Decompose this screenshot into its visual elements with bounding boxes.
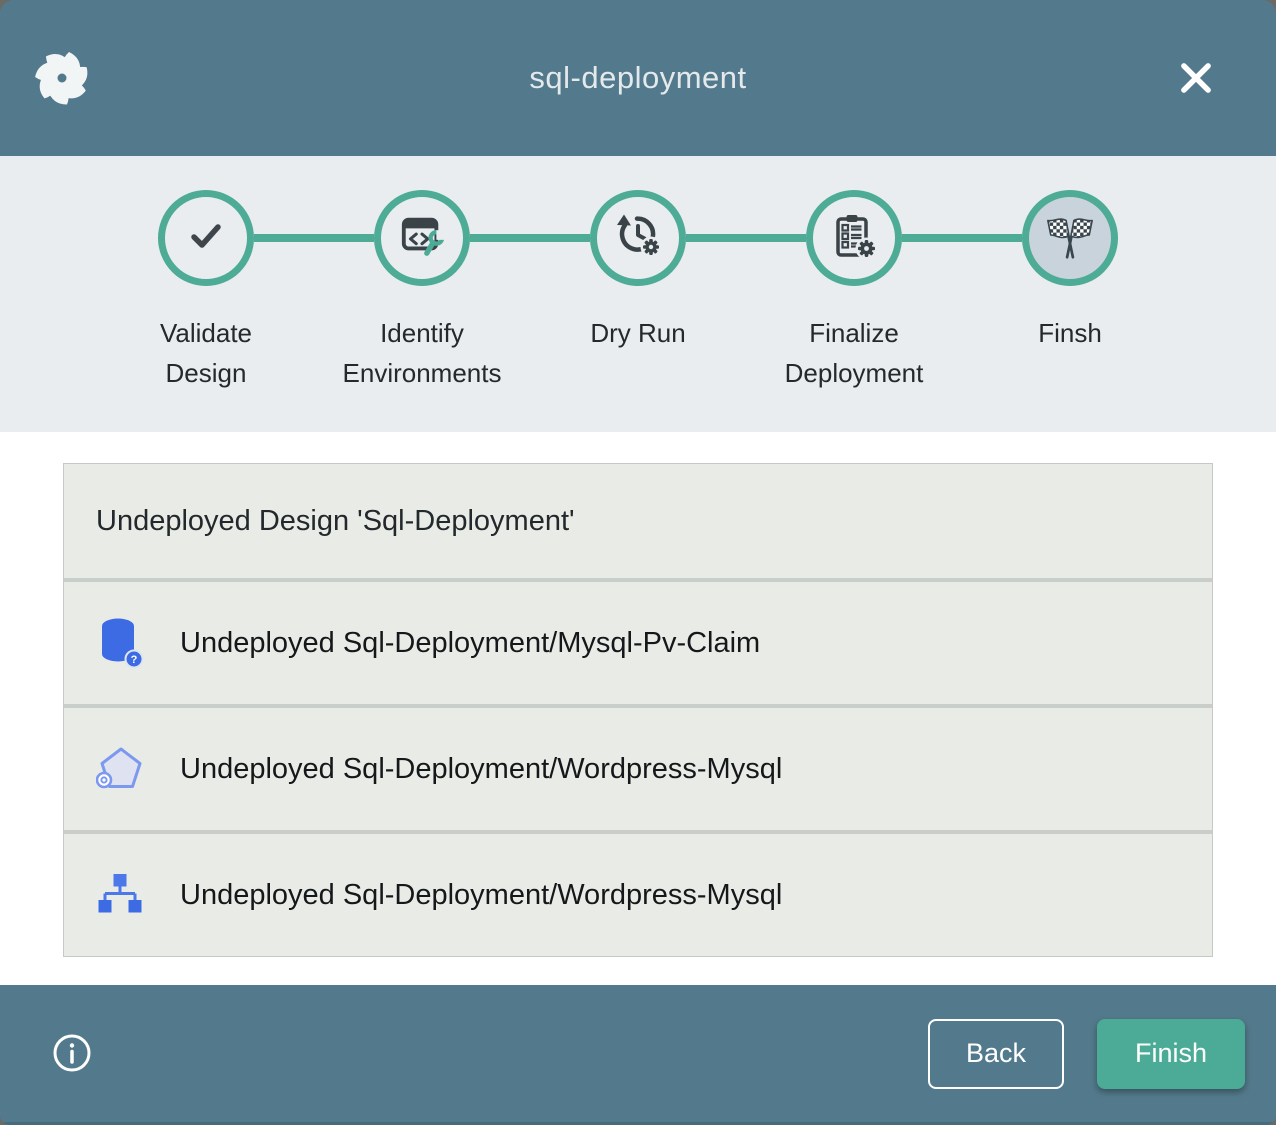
step-validate-design: Validate Design [98,190,314,393]
step-label: Identify Environments [333,313,511,393]
footer-actions: Back Finish [928,1019,1245,1089]
close-button[interactable] [1170,52,1222,104]
step-identify-environments: Identify Environments [314,190,530,393]
step-circle-identify-environments [374,190,470,286]
info-icon [50,1063,94,1078]
result-row-text: Undeployed Sql-Deployment/Wordpress-Mysq… [180,879,782,912]
dialog-title: sql-deployment [0,60,1276,96]
step-circle-finalize-deployment [806,190,902,286]
step-circle-finish [1022,190,1118,286]
step-circle-dry-run [590,190,686,286]
step-label: Validate Design [117,313,295,393]
tree-hierarchy-icon [96,869,144,921]
clipboard-gear-icon [830,212,878,265]
step-circle-validate-design [158,190,254,286]
result-row-text: Undeployed Sql-Deployment/Mysql-Pv-Claim [180,627,760,660]
step-dry-run: Dry Run [530,190,746,393]
deployment-stepper: Validate Design [0,156,1276,432]
deployment-results-panel: Undeployed Design 'Sql-Deployment' ? Und… [0,432,1276,985]
result-row-mysql-pv-claim: ? Undeployed Sql-Deployment/Mysql-Pv-Cla… [64,582,1212,704]
step-label: Finalize Deployment [765,313,943,393]
history-gear-icon [614,212,662,265]
result-row-wordpress-mysql-2: Undeployed Sql-Deployment/Wordpress-Mysq… [64,834,1212,956]
dialog-footer: Back Finish [0,985,1276,1125]
result-row-wordpress-mysql-1: Undeployed Sql-Deployment/Wordpress-Mysq… [64,708,1212,830]
code-window-wrench-icon [399,213,445,264]
database-icon: ? [96,617,144,669]
step-finalize-deployment: Finalize Deployment [746,190,962,393]
check-icon [182,212,230,265]
back-button[interactable]: Back [928,1019,1064,1089]
checkered-flags-icon [1043,209,1097,268]
result-row-design: Undeployed Design 'Sql-Deployment' [64,464,1212,578]
pentagon-icon [96,743,144,795]
dialog-header: sql-deployment [0,0,1276,156]
close-icon [1174,88,1218,103]
deployment-wizard-dialog: sql-deployment Validate Design [0,0,1276,1125]
step-finish: Finsh [962,190,1178,393]
finish-button[interactable]: Finish [1097,1019,1245,1089]
step-label: Dry Run [590,313,685,353]
svg-text:?: ? [131,654,138,666]
result-row-text: Undeployed Design 'Sql-Deployment' [96,505,575,538]
info-button[interactable] [48,1030,96,1078]
results-list: Undeployed Design 'Sql-Deployment' ? Und… [63,463,1213,957]
result-row-text: Undeployed Sql-Deployment/Wordpress-Mysq… [180,753,782,786]
step-label: Finsh [1038,313,1102,353]
